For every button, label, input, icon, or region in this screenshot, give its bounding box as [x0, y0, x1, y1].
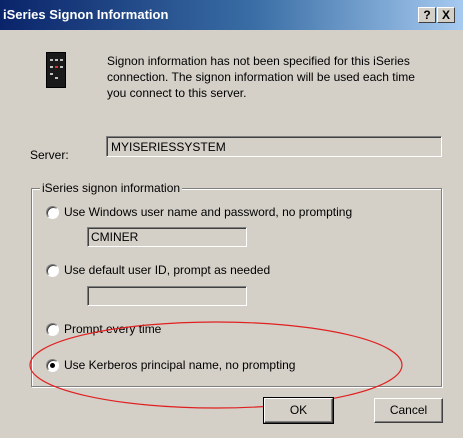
radio-label: Prompt every time: [64, 322, 162, 336]
cancel-button[interactable]: Cancel: [374, 398, 443, 423]
radio-label: Use Windows user name and password, no p…: [64, 205, 353, 219]
radio-selected-dot: [50, 363, 55, 368]
group-legend: iSeries signon information: [40, 181, 183, 195]
default-user-field: [87, 286, 247, 306]
radio-button[interactable]: [46, 264, 59, 277]
radio-label: Use default user ID, prompt as needed: [64, 263, 271, 277]
server-label: Server:: [30, 148, 69, 162]
radio-option-windows[interactable]: Use Windows user name and password, no p…: [46, 205, 406, 222]
radio-label: Use Kerberos principal name, no promptin…: [64, 358, 296, 372]
radio-button[interactable]: [46, 323, 59, 336]
radio-button[interactable]: [46, 206, 59, 219]
title-bar[interactable]: iSeries Signon Information ? X: [0, 0, 463, 30]
radio-button[interactable]: [46, 359, 59, 372]
window-title: iSeries Signon Information: [3, 7, 169, 22]
radio-option-default-user[interactable]: Use default user ID, prompt as needed: [46, 263, 346, 280]
ok-button[interactable]: OK: [263, 397, 334, 424]
help-button[interactable]: ?: [418, 7, 436, 23]
radio-option-prompt[interactable]: Prompt every time: [46, 322, 246, 339]
signon-dialog: iSeries Signon Information ? X Signon in…: [0, 0, 463, 438]
server-field: MYISERIESSYSTEM: [106, 136, 442, 157]
intro-message: Signon information has not been specifie…: [107, 54, 415, 100]
server-icon: [46, 52, 66, 88]
windows-user-field: CMINER: [87, 227, 247, 247]
radio-option-kerberos[interactable]: Use Kerberos principal name, no promptin…: [46, 358, 346, 375]
close-button[interactable]: X: [437, 7, 455, 23]
